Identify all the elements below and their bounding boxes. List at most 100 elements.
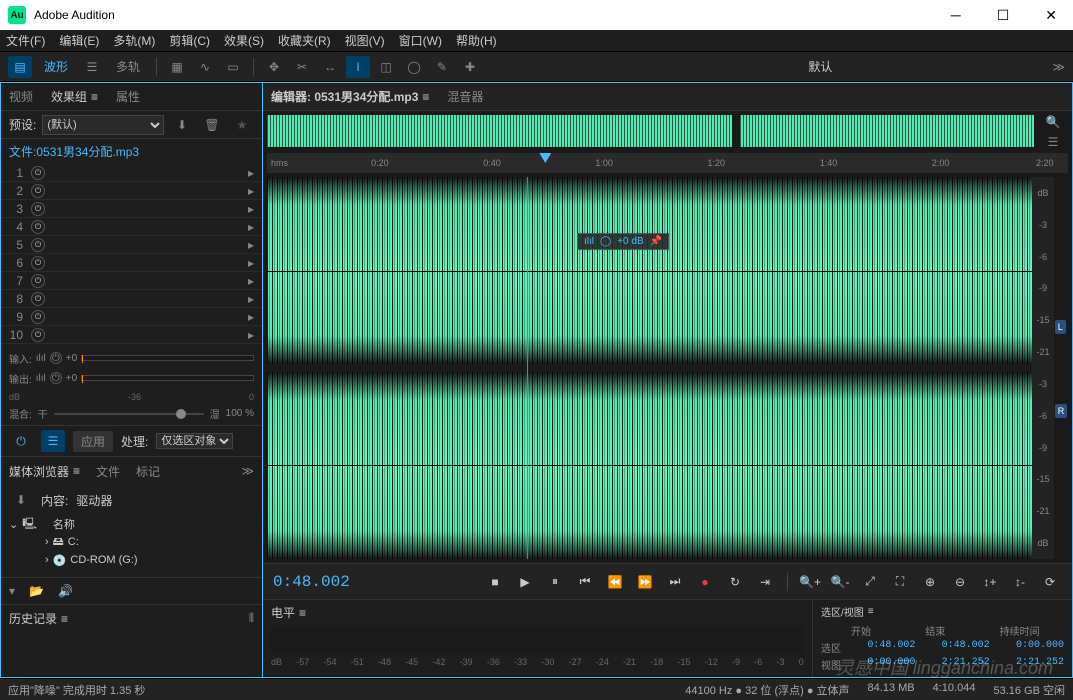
time-select-tool-icon[interactable]: I [346, 56, 370, 78]
menu-clip[interactable]: 剪辑(C) [169, 32, 210, 49]
pause-button[interactable]: ⏸ [543, 570, 567, 594]
open-folder-icon[interactable]: 📂 [29, 584, 44, 598]
zoom-reset-v-icon[interactable]: ⟳ [1038, 570, 1062, 594]
zoom-selection-icon[interactable]: ⛶ [888, 570, 912, 594]
waveform-view-icon[interactable]: ▤ [8, 56, 32, 78]
channel-r-badge[interactable]: R [1055, 404, 1068, 418]
playhead-icon[interactable] [539, 153, 551, 163]
tab-video[interactable]: 视频 [9, 88, 33, 105]
power-icon[interactable]: ⏻ [31, 202, 45, 216]
selection-end[interactable]: 0:48.002 [925, 640, 989, 655]
power-icon[interactable]: ⏻ [31, 292, 45, 306]
filter-icon[interactable]: ▾ [9, 584, 15, 598]
tab-levels[interactable]: 电平 ≡ [271, 604, 804, 621]
tab-markers[interactable]: 标记 [136, 463, 160, 480]
close-button[interactable]: ✕ [1037, 7, 1065, 24]
workspace-dropdown[interactable]: 默认 [808, 58, 832, 75]
loop-button[interactable]: ↻ [723, 570, 747, 594]
content-value[interactable]: 驱动器 [76, 492, 112, 509]
forward-button[interactable]: ⏩ [633, 570, 657, 594]
menu-view[interactable]: 视图(V) [345, 32, 385, 49]
favorite-icon[interactable]: ★ [230, 114, 254, 136]
import-icon[interactable]: ⬇ [9, 489, 33, 511]
hud-gain-value[interactable]: +0 dB [617, 236, 643, 247]
save-preset-icon[interactable]: ⬇ [170, 114, 194, 136]
tab-mixer[interactable]: 混音器 [447, 88, 483, 105]
menu-favorites[interactable]: 收藏夹(R) [278, 32, 331, 49]
zoom-out-h-icon[interactable]: 🔍- [828, 570, 852, 594]
menu-multitrack[interactable]: 多轨(M) [113, 32, 155, 49]
time-ruler[interactable]: hms 0:20 0:40 1:00 1:20 1:40 2:00 2:20 ⊓ [267, 153, 1068, 173]
power-icon[interactable]: ⏻ [31, 166, 45, 180]
chevron-right-icon[interactable]: ▸ [248, 166, 254, 180]
slip-tool-icon[interactable]: ↔ [318, 56, 342, 78]
drive-c[interactable]: ›🖴C: [9, 533, 254, 551]
power-toggle-icon[interactable]: ⏻ [9, 430, 33, 452]
tab-media-browser[interactable]: 媒体浏览器 ≡ [9, 463, 80, 480]
goto-end-button[interactable]: ⏭ [663, 570, 687, 594]
power-icon[interactable]: ⏻ [31, 220, 45, 234]
input-gain-value[interactable]: +0 [66, 353, 77, 364]
output-gain-value[interactable]: +0 [66, 373, 77, 384]
waveform-view-button[interactable]: 波形 [36, 58, 76, 75]
channel-l-badge[interactable]: L [1055, 320, 1066, 334]
panel-overflow-icon[interactable]: ≫ [241, 464, 254, 478]
zoom-in-v-icon[interactable]: ↕+ [978, 570, 1002, 594]
preview-audio-icon[interactable]: 🔊 [58, 584, 73, 598]
delete-preset-icon[interactable]: 🗑 [200, 114, 224, 136]
record-button[interactable]: ● [693, 570, 717, 594]
selection-start[interactable]: 0:48.002 [851, 640, 915, 655]
play-button[interactable]: ▶ [513, 570, 537, 594]
rack-slot-3[interactable]: 3⏻▸ [1, 200, 262, 218]
menu-help[interactable]: 帮助(H) [456, 32, 497, 49]
chevron-right-icon[interactable]: ▸ [248, 328, 254, 342]
hud-pin-icon[interactable]: 📌 [650, 236, 662, 247]
menu-effects[interactable]: 效果(S) [224, 32, 264, 49]
zoom-full-icon[interactable]: ⤢ [858, 570, 882, 594]
tab-effects-rack[interactable]: 效果组 ≡ [51, 88, 98, 105]
zoom-in-h-icon[interactable]: 🔍+ [798, 570, 822, 594]
power-icon[interactable]: ⏻ [31, 184, 45, 198]
rack-slot-5[interactable]: 5⏻▸ [1, 236, 262, 254]
goto-start-button[interactable]: ⏮ [573, 570, 597, 594]
name-column-header[interactable]: 名称 [53, 516, 75, 532]
apply-button[interactable]: 应用 [73, 431, 113, 452]
menu-file[interactable]: 文件(F) [6, 32, 45, 49]
rack-slot-6[interactable]: 6⏻▸ [1, 254, 262, 272]
spectral-pitch-icon[interactable]: ∿ [193, 56, 217, 78]
stop-button[interactable]: ■ [483, 570, 507, 594]
rack-slot-9[interactable]: 9⏻▸ [1, 308, 262, 326]
zoom-out-v-icon[interactable]: ↕- [1008, 570, 1032, 594]
minimize-button[interactable]: ─ [943, 7, 969, 24]
tab-selection-view[interactable]: 选区/视图 ≡ [821, 604, 1064, 619]
preview-icon[interactable]: ▭ [221, 56, 245, 78]
channel-view-icon[interactable]: ☰ [1048, 135, 1059, 149]
waveform-display[interactable]: ılıl ◯ +0 dB 📌 [267, 177, 1032, 559]
power-icon[interactable]: ⏻ [31, 274, 45, 288]
rack-slot-10[interactable]: 10⏻▸ [1, 326, 262, 344]
rack-slot-2[interactable]: 2⏻▸ [1, 182, 262, 200]
tab-history[interactable]: 历史记录 ≡ [9, 610, 68, 627]
chevron-right-icon[interactable]: ▸ [248, 184, 254, 198]
menu-window[interactable]: 窗口(W) [399, 32, 442, 49]
heal-tool-icon[interactable]: ✚ [458, 56, 482, 78]
zoom-tool-icon[interactable]: 🔍 [1046, 115, 1061, 129]
rack-slot-7[interactable]: 7⏻▸ [1, 272, 262, 290]
rack-slot-8[interactable]: 8⏻▸ [1, 290, 262, 308]
chevron-right-icon[interactable]: ▸ [248, 256, 254, 270]
workspace-overflow-icon[interactable]: ≫ [1052, 60, 1065, 74]
skip-selection-button[interactable]: ⇥ [753, 570, 777, 594]
power-icon[interactable]: ⏻ [31, 328, 45, 342]
mix-slider[interactable] [54, 413, 204, 415]
rack-slot-1[interactable]: 1⏻▸ [1, 164, 262, 182]
zoom-out-point-icon[interactable]: ⊖ [948, 570, 972, 594]
tab-editor[interactable]: 编辑器: 0531男34分配.mp3 ≡ [271, 88, 429, 105]
process-scope-dropdown[interactable]: 仅选区对象 [156, 433, 233, 449]
power-icon[interactable]: ⏻ [31, 238, 45, 252]
chevron-right-icon[interactable]: ▸ [248, 274, 254, 288]
waveform-overview[interactable] [267, 115, 1034, 147]
view-end[interactable]: 2:21.252 [925, 657, 989, 672]
power-icon[interactable]: ⏻ [31, 310, 45, 324]
chevron-right-icon[interactable]: ▸ [248, 220, 254, 234]
chevron-right-icon[interactable]: ▸ [248, 238, 254, 252]
